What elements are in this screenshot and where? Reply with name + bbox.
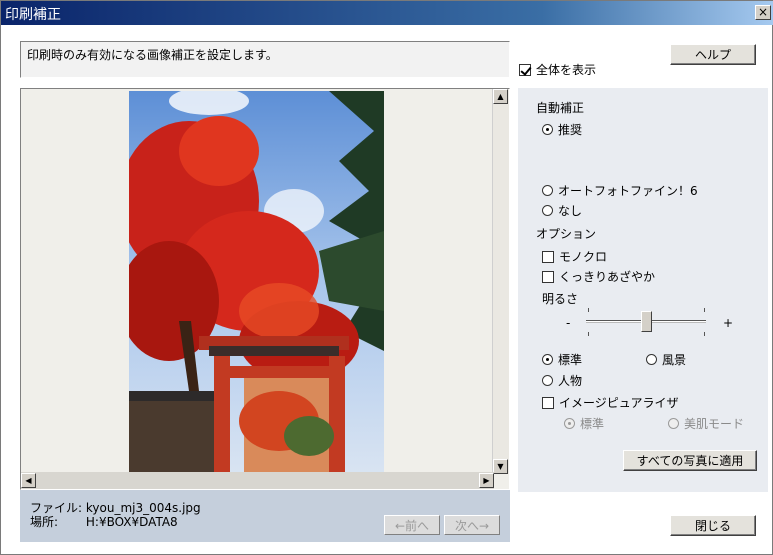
- scroll-down-button[interactable]: ▼: [493, 459, 508, 474]
- show-all-checkbox[interactable]: [519, 63, 531, 76]
- image-preview: ▲ ▼ ◀ ▶: [20, 88, 510, 490]
- radio-scene-portrait-indicator[interactable]: [542, 375, 553, 386]
- radio-none-label: なし: [558, 204, 583, 218]
- vivid-checkbox[interactable]: [542, 270, 554, 283]
- brightness-label: 明るさ: [542, 292, 579, 306]
- monochrome-checkbox-row[interactable]: モノクロ: [542, 248, 607, 265]
- radio-scene-landscape-indicator[interactable]: [646, 354, 657, 365]
- next-button[interactable]: 次へ→: [444, 515, 500, 535]
- show-all-checkbox-row[interactable]: 全体を表示: [519, 61, 596, 78]
- radio-none-indicator[interactable]: [542, 205, 553, 216]
- radio-none[interactable]: なし: [542, 202, 582, 219]
- scroll-up-button[interactable]: ▲: [493, 89, 508, 104]
- vivid-label: くっきりあざやか: [559, 270, 656, 284]
- preview-horizontal-scrollbar[interactable]: ◀ ▶: [21, 472, 494, 489]
- close-window-button[interactable]: ×: [755, 5, 771, 20]
- preview-vertical-scrollbar[interactable]: ▲ ▼: [492, 89, 509, 474]
- radio-scene-standard-indicator[interactable]: [542, 354, 553, 365]
- radio-eq-beauty-skin[interactable]: 美肌モード: [668, 415, 744, 432]
- dialog-body: 印刷時のみ有効になる画像補正を設定します。 全体を表示 ヘルプ ▲ ▼ ◀ ▶ …: [4, 28, 770, 553]
- close-button[interactable]: 閉じる: [670, 515, 756, 536]
- radio-recommended[interactable]: 推奨: [542, 121, 582, 138]
- radio-scene-standard-label: 標準: [558, 353, 583, 367]
- image-equalizer-checkbox-row[interactable]: イメージピュアライザ: [542, 394, 679, 411]
- scroll-right-button[interactable]: ▶: [479, 473, 494, 488]
- show-all-label: 全体を表示: [536, 63, 597, 77]
- monochrome-label: モノクロ: [559, 250, 608, 264]
- monochrome-checkbox[interactable]: [542, 250, 554, 263]
- radio-scene-portrait[interactable]: 人物: [542, 372, 582, 389]
- radio-recommended-label: 推奨: [558, 123, 583, 137]
- scroll-left-button[interactable]: ◀: [21, 473, 36, 488]
- location-path: H:¥BOX¥DATA8: [85, 515, 178, 529]
- apply-all-button[interactable]: すべての写真に適用: [623, 450, 757, 471]
- image-equalizer-label: イメージピュアライザ: [559, 396, 679, 410]
- auto-correct-label: 自動補正: [536, 101, 585, 115]
- vivid-checkbox-row[interactable]: くっきりあざやか: [542, 268, 655, 285]
- slider-tick-right: [704, 308, 705, 312]
- image-equalizer-checkbox[interactable]: [542, 396, 554, 409]
- radio-auto-photo-fine[interactable]: オートフォトファイン！6: [542, 182, 698, 199]
- help-button[interactable]: ヘルプ: [670, 44, 756, 65]
- preview-photo: [129, 91, 384, 474]
- slider-tick-right-bottom: [704, 332, 705, 336]
- print-correction-dialog: 印刷補正 × 印刷時のみ有効になる画像補正を設定します。 全体を表示 ヘルプ ▲…: [0, 0, 773, 555]
- radio-scene-landscape[interactable]: 風景: [646, 351, 686, 368]
- radio-eq-beauty-skin-label: 美肌モード: [684, 417, 745, 431]
- brightness-minus: -: [566, 316, 571, 330]
- radio-scene-portrait-label: 人物: [558, 374, 583, 388]
- temple-photo: [129, 91, 384, 474]
- brightness-plus: +: [723, 316, 734, 330]
- radio-eq-beauty-skin-indicator[interactable]: [668, 418, 679, 429]
- brightness-slider-thumb[interactable]: [640, 311, 652, 332]
- location-label: 場所:: [30, 515, 59, 529]
- radio-scene-landscape-label: 風景: [662, 353, 687, 367]
- description-text: 印刷時のみ有効になる画像補正を設定します。: [20, 41, 510, 78]
- radio-eq-standard-label: 標準: [580, 417, 605, 431]
- radio-scene-standard[interactable]: 標準: [542, 351, 582, 368]
- radio-auto-photo-fine-label: オートフォトファイン！6: [558, 184, 698, 198]
- radio-recommended-indicator[interactable]: [542, 124, 553, 135]
- slider-tick-left-bottom: [588, 332, 589, 336]
- options-label: オプション: [536, 227, 597, 241]
- correction-panel: 自動補正 推奨 オートフォトファイン！6 なし オプション モノクロ くっきりあ…: [518, 88, 768, 492]
- file-info-panel: ファイル: kyou_mj3_004s.jpg 場所: H:¥BOX¥DATA8…: [20, 490, 510, 542]
- radio-eq-standard-indicator[interactable]: [564, 418, 575, 429]
- prev-button[interactable]: ←前へ: [384, 515, 440, 535]
- radio-auto-photo-fine-indicator[interactable]: [542, 185, 553, 196]
- radio-eq-standard[interactable]: 標準: [564, 415, 604, 432]
- window-title: 印刷補正: [5, 7, 61, 23]
- slider-tick-left: [588, 308, 589, 312]
- title-bar: 印刷補正 ×: [1, 1, 773, 25]
